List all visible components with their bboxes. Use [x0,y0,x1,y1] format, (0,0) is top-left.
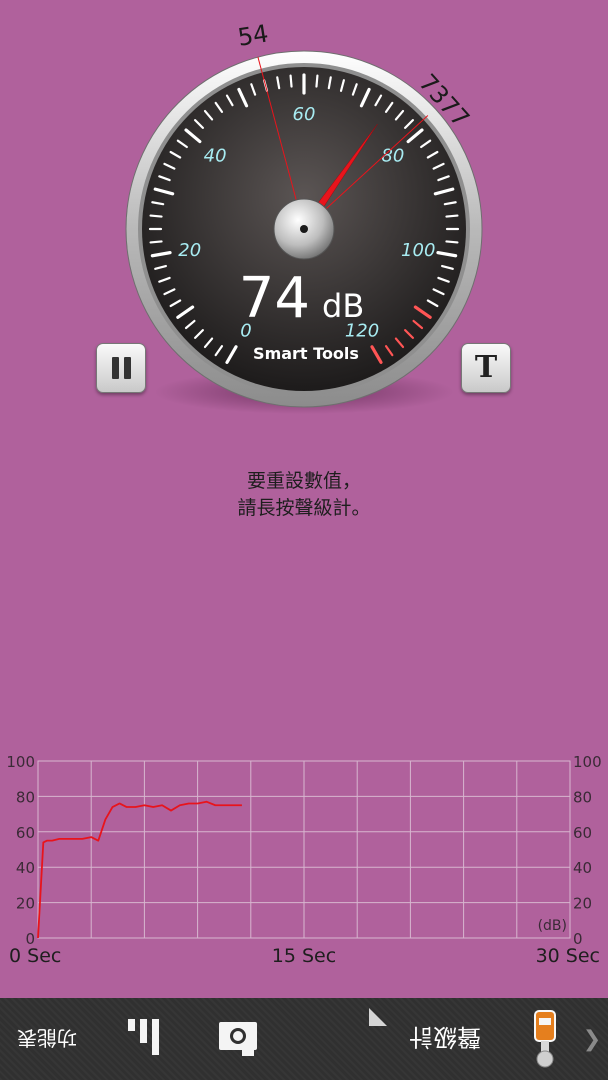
y-tick-labels-right: 100806040200 [573,756,602,948]
scale-tick [315,74,319,88]
bottom-toolbar: 功能表 聲級計 ❯ [0,998,608,1080]
scale-label-100: 100 [401,240,435,261]
sound-level-meter[interactable]: 020406080100120 547377 74 dB Smart Tools [0,0,608,420]
x-label-end: 30 Sec [536,945,600,967]
x-label-mid: 15 Sec [272,945,336,967]
y-tick-label: 80 [16,788,35,806]
y-tick-labels-left: 100806040200 [6,756,35,948]
y-tick-label-right: 100 [573,756,602,771]
scale-tick [149,214,163,218]
corner-triangle-icon [369,1008,387,1026]
decibel-meter-label: 聲級計 [409,1022,481,1051]
y-tick-label-right: 80 [573,788,592,806]
scale-label-20: 20 [178,240,201,261]
signal-bars-button[interactable] [118,998,170,1080]
meter-unit: dB [322,287,364,325]
reset-hint-line1: 要重設數值， [246,470,361,492]
graph-grid [38,761,570,938]
reset-hint-line2: 請長按聲級計。 [237,497,371,519]
y-tick-label-right: 60 [573,824,592,842]
y-tick-label-right: 20 [573,895,592,913]
corner-marker [366,1006,390,1046]
y-tick-label: 100 [6,756,35,771]
scale-tick [445,240,459,244]
x-label-start: 0 Sec [9,945,61,967]
meter-brand: Smart Tools [253,344,359,363]
menu-button[interactable]: 功能表 [4,998,90,1080]
camera-icon [219,1022,257,1056]
decibel-meter-button[interactable]: 聲級計 [390,998,500,1080]
pause-button[interactable] [96,343,146,393]
scale-label-40: 40 [204,145,227,166]
text-t-icon: T [474,350,498,385]
y-tick-label: 20 [16,895,35,913]
db-series-line [37,800,242,939]
reset-hint: 要重設數值， 請長按聲級計。 [0,468,608,522]
scale-label-80: 80 [381,145,404,166]
history-graph: 100806040200 100806040200 (dB) 0 Sec 15 … [6,756,602,967]
scale-tick [149,240,163,244]
graph-unit-label: (dB) [538,918,567,934]
signal-bars-icon [128,1019,159,1055]
min-marker-label: 54 [236,19,271,51]
sound-meter-app-icon [534,1010,556,1068]
scale-tick [445,214,459,218]
text-mode-button[interactable]: T [461,343,511,393]
menu-label: 功能表 [17,1025,77,1050]
chevron-right-icon: ❯ [582,1026,602,1052]
y-tick-label: 40 [16,859,35,877]
y-tick-label-right: 40 [573,859,592,877]
y-tick-label: 60 [16,824,35,842]
camera-button[interactable] [210,998,266,1080]
scale-tick [289,74,293,88]
next-page-button[interactable]: ❯ [580,998,604,1080]
scale-label-60: 60 [293,104,316,125]
app-icon-button[interactable] [524,998,566,1080]
pause-icon [111,357,131,379]
meter-value: 74 [239,266,310,331]
